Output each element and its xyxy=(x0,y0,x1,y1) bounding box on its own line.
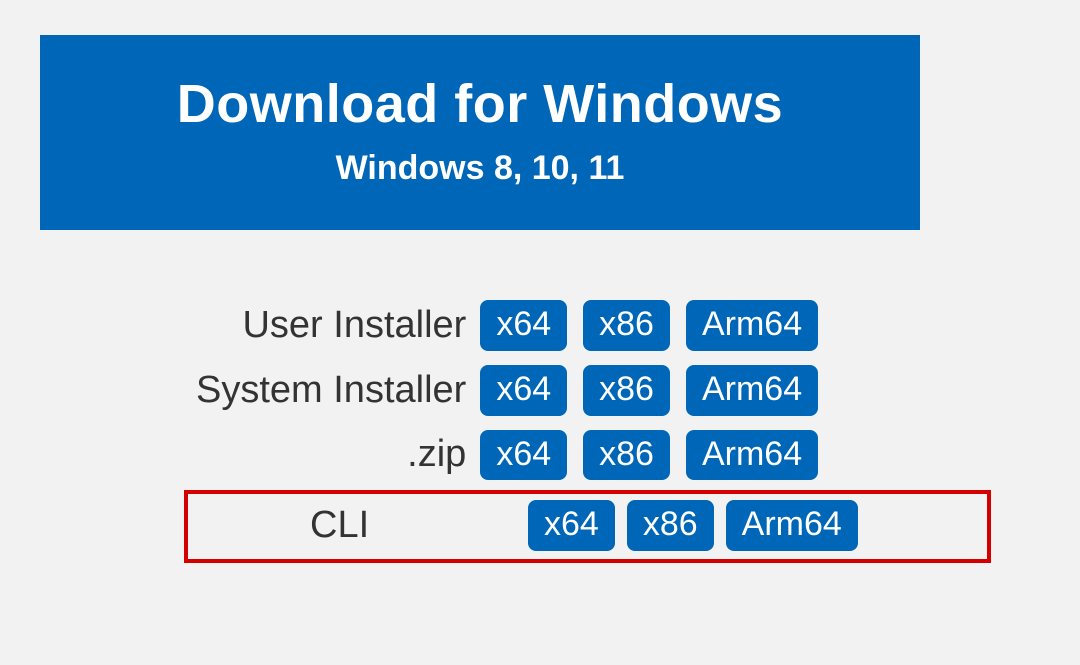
table-row: User Installer x64 x86 Arm64 xyxy=(190,296,826,355)
table-row: System Installer x64 x86 Arm64 xyxy=(190,361,826,420)
download-hero[interactable]: Download for Windows Windows 8, 10, 11 xyxy=(40,35,920,230)
arch-button-x64[interactable]: x64 xyxy=(480,300,567,351)
row-label: System Installer xyxy=(190,361,472,420)
table-row-highlighted: CLI x64 x86 Arm64 xyxy=(184,490,991,563)
hero-subtitle: Windows 8, 10, 11 xyxy=(40,149,920,188)
hero-title: Download for Windows xyxy=(40,73,920,135)
downloads-table: User Installer x64 x86 Arm64 System Inst… xyxy=(190,290,826,490)
row-label: .zip xyxy=(190,426,472,485)
table-row: .zip x64 x86 Arm64 xyxy=(190,426,826,485)
arch-button-x86[interactable]: x86 xyxy=(583,430,670,481)
arch-button-x86[interactable]: x86 xyxy=(627,500,714,551)
arch-button-arm64[interactable]: Arm64 xyxy=(686,430,818,481)
arch-button-x64[interactable]: x64 xyxy=(528,500,615,551)
arch-button-x86[interactable]: x86 xyxy=(583,365,670,416)
arch-button-arm64[interactable]: Arm64 xyxy=(726,500,858,551)
arch-button-x64[interactable]: x64 xyxy=(480,430,567,481)
arch-button-arm64[interactable]: Arm64 xyxy=(686,300,818,351)
row-label: User Installer xyxy=(190,296,472,355)
row-label: CLI xyxy=(190,504,526,547)
arch-button-arm64[interactable]: Arm64 xyxy=(686,365,818,416)
arch-button-x86[interactable]: x86 xyxy=(583,300,670,351)
arch-button-x64[interactable]: x64 xyxy=(480,365,567,416)
